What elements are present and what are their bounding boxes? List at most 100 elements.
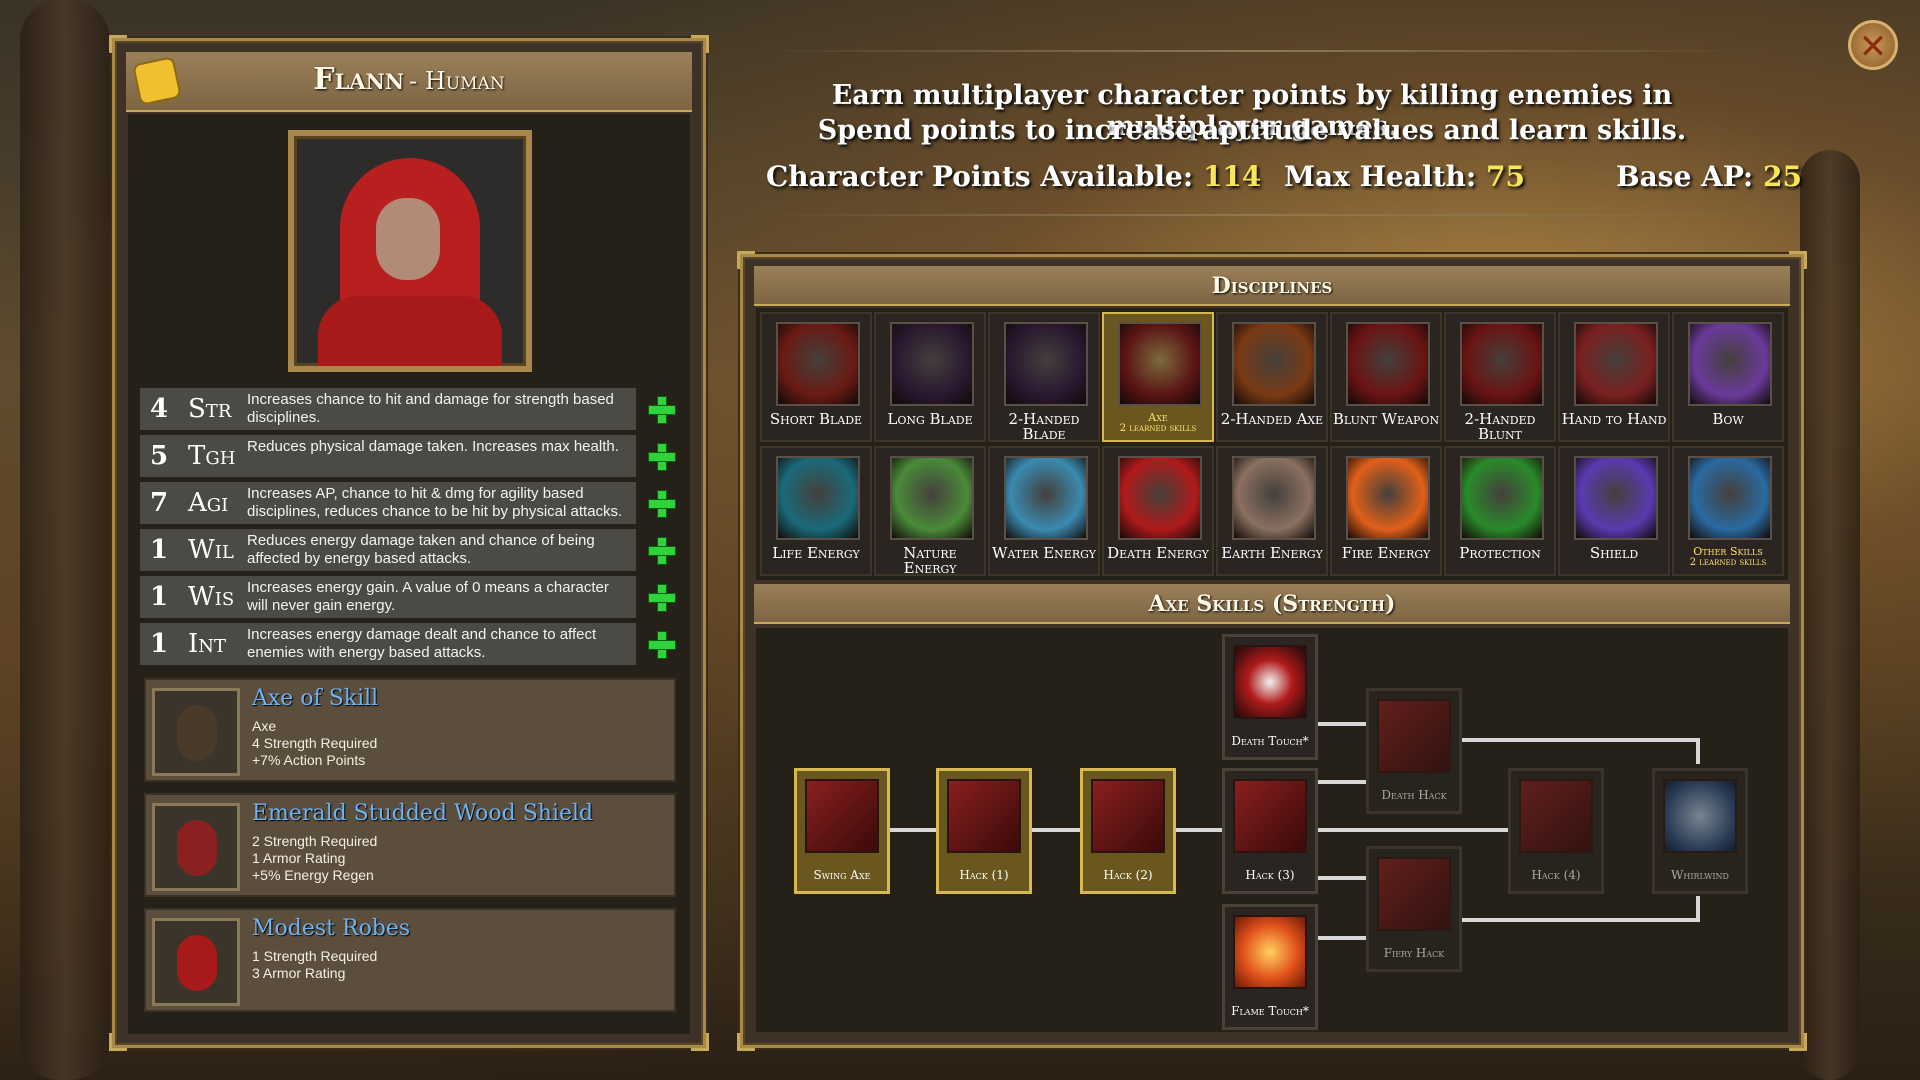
dice-icon[interactable]	[132, 56, 182, 106]
discipline-icon	[776, 322, 860, 406]
discipline-water-energy[interactable]: Water Energy	[988, 446, 1100, 576]
discipline-axe[interactable]: Axe 2 learned skills	[1102, 312, 1214, 442]
close-button[interactable]: ✕	[1848, 20, 1898, 70]
item-icon	[152, 688, 240, 776]
skill-label: Hack (3)	[1245, 868, 1295, 882]
discipline-2-handed-axe[interactable]: 2-Handed Axe	[1216, 312, 1328, 442]
skill-death-hack[interactable]: Death Hack	[1366, 688, 1462, 814]
points-label: Character Points Available:	[766, 160, 1194, 193]
skill-icon	[805, 779, 879, 853]
skill-hack-1[interactable]: Hack (1)	[936, 768, 1032, 894]
stat-row: 7 Agi Increases AP, chance to hit & dmg fo…	[140, 482, 636, 524]
discipline-label: Short Blade	[769, 410, 863, 428]
discipline-icon	[1460, 456, 1544, 540]
discipline-other-skills[interactable]: Other Skills 2 learned skills	[1672, 446, 1784, 576]
background-tree	[1800, 150, 1860, 1080]
discipline-short-blade[interactable]: Short Blade	[760, 312, 872, 442]
ap-label: Base AP:	[1616, 160, 1754, 193]
stat-value: 7	[150, 488, 169, 518]
discipline-earth-energy[interactable]: Earth Energy	[1216, 446, 1328, 576]
connector	[890, 828, 936, 832]
discipline-blunt-weapon[interactable]: Blunt Weapon	[1330, 312, 1442, 442]
discipline-shield[interactable]: Shield	[1558, 446, 1670, 576]
stat-name: Wis	[188, 582, 235, 612]
increase-stat-button[interactable]	[648, 490, 676, 518]
discipline-label: Nature Energy	[903, 544, 957, 577]
connector	[1462, 918, 1698, 922]
increase-stat-button[interactable]	[648, 443, 676, 471]
discipline-protection[interactable]: Protection	[1444, 446, 1556, 576]
discipline-icon	[1574, 322, 1658, 406]
skill-label: Hack (1)	[959, 868, 1009, 882]
skill-icon	[1377, 857, 1451, 931]
skill-swing-axe[interactable]: Swing Axe	[794, 768, 890, 894]
equipment-item[interactable]: Modest Robes 1 Strength Required 3 Armor R…	[144, 908, 676, 1012]
skill-death-touch[interactable]: Death Touch*	[1222, 634, 1318, 760]
item-stat-line: 1 Armor Rating	[252, 850, 346, 866]
skill-flame-touch[interactable]: Flame Touch*	[1222, 904, 1318, 1030]
discipline-hand-to-hand[interactable]: Hand to Hand	[1558, 312, 1670, 442]
portrait-face	[376, 198, 440, 280]
character-race: Human	[424, 67, 505, 95]
disciplines-title: Disciplines	[1211, 273, 1333, 299]
discipline-2-handed-blade[interactable]: 2-Handed Blade	[988, 312, 1100, 442]
skill-hack-4[interactable]: Hack (4)	[1508, 768, 1604, 894]
discipline-2-handed-blunt[interactable]: 2-Handed Blunt	[1444, 312, 1556, 442]
skill-icon	[1663, 779, 1737, 853]
connector	[1176, 828, 1222, 832]
stat-description: Increases energy gain. A value of 0 mean…	[247, 579, 609, 614]
stat-description: Increases energy damage dealt and chance…	[247, 626, 597, 661]
discipline-label: Death Energy	[1107, 544, 1209, 562]
health-readout: Max Health: 75	[1284, 160, 1525, 193]
item-stat-line: +5% Energy Regen	[252, 867, 374, 883]
points-value: 114	[1202, 160, 1262, 193]
skill-label: Whirlwind	[1671, 868, 1729, 882]
discipline-fire-energy[interactable]: Fire Energy	[1330, 446, 1442, 576]
connector	[1318, 828, 1508, 832]
skills-title-bar: Axe Skills (Strength)	[754, 584, 1790, 624]
discipline-icon	[776, 456, 860, 540]
discipline-death-energy[interactable]: Death Energy	[1102, 446, 1214, 576]
discipline-label: Bow	[1712, 410, 1744, 428]
item-name: Axe of Skill	[252, 686, 379, 711]
discipline-bow[interactable]: Bow	[1672, 312, 1784, 442]
skill-icon	[1091, 779, 1165, 853]
discipline-label: Water Energy	[992, 544, 1096, 562]
skill-fiery-hack[interactable]: Fiery Hack	[1366, 846, 1462, 972]
equipment-item[interactable]: Axe of Skill Axe 4 Strength Required +7% Ac…	[144, 678, 676, 782]
discipline-icon	[1460, 322, 1544, 406]
increase-stat-button[interactable]	[648, 537, 676, 565]
discipline-nature-energy[interactable]: Nature Energy	[874, 446, 986, 576]
skill-icon	[1233, 779, 1307, 853]
stat-description: Reduces energy damage taken and chance o…	[247, 532, 595, 567]
stat-description: Increases AP, chance to hit & dmg for ag…	[247, 485, 623, 520]
increase-stat-button[interactable]	[648, 584, 676, 612]
stat-row: 4 Str Increases chance to hit and damage f…	[140, 388, 636, 430]
skill-icon	[1519, 779, 1593, 853]
equipment-item[interactable]: Emerald Studded Wood Shield 2 Strength Re…	[144, 793, 676, 897]
item-stat-line: Axe	[252, 718, 277, 734]
skill-whirlwind[interactable]: Whirlwind	[1652, 768, 1748, 894]
discipline-label: Life Energy	[772, 544, 860, 562]
skill-hack-2[interactable]: Hack (2)	[1080, 768, 1176, 894]
discipline-icon	[1004, 456, 1088, 540]
stat-description: Reduces physical damage taken. Increases…	[247, 438, 619, 455]
points-readout: Character Points Available: 114	[766, 160, 1261, 193]
discipline-icon	[1232, 456, 1316, 540]
discipline-life-energy[interactable]: Life Energy	[760, 446, 872, 576]
discipline-icon	[1118, 322, 1202, 406]
stat-value: 1	[150, 629, 169, 659]
connector	[1318, 722, 1366, 726]
skill-hack-3[interactable]: Hack (3)	[1222, 768, 1318, 894]
increase-stat-button[interactable]	[648, 396, 676, 424]
character-race-sep: -	[409, 67, 425, 95]
item-stat-line: 4 Strength Required	[252, 735, 378, 751]
item-icon	[152, 803, 240, 891]
discipline-label: 2-Handed Blunt	[1464, 410, 1536, 443]
increase-stat-button[interactable]	[648, 631, 676, 659]
stat-name: Int	[188, 629, 227, 659]
connector	[1318, 876, 1366, 880]
discipline-long-blade[interactable]: Long Blade	[874, 312, 986, 442]
character-portrait	[288, 130, 532, 372]
portrait-robe	[318, 296, 502, 366]
